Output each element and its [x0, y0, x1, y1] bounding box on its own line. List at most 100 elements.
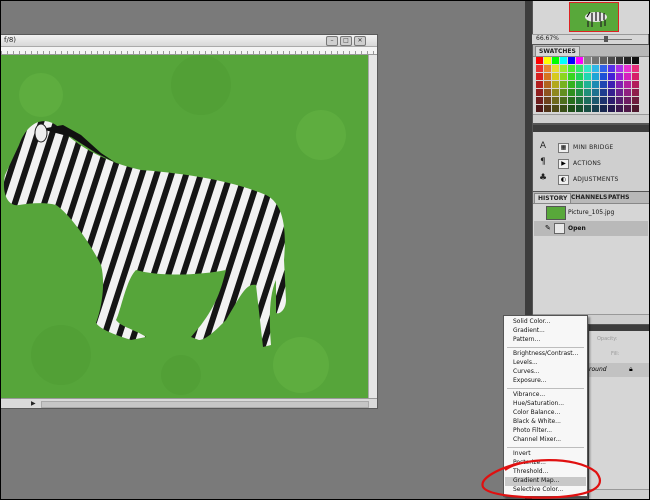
- tab-history[interactable]: HISTORY: [534, 193, 572, 203]
- layer-row[interactable]: round 🔒︎: [589, 363, 649, 377]
- minimize-button[interactable]: –: [326, 36, 338, 46]
- color-swatch[interactable]: [608, 73, 615, 80]
- color-swatch[interactable]: [600, 65, 607, 72]
- menu-item-photo-filter[interactable]: Photo Filter...: [513, 427, 552, 434]
- menu-item-solid-color[interactable]: Solid Color...: [513, 318, 550, 325]
- color-swatch[interactable]: [568, 57, 575, 64]
- color-swatch[interactable]: [552, 73, 559, 80]
- menu-item-hue-saturation[interactable]: Hue/Saturation...: [513, 400, 564, 407]
- status-arrow-icon[interactable]: ▶: [31, 400, 36, 407]
- clone-stamp-icon[interactable]: ♣: [537, 173, 549, 183]
- mini-bridge-item[interactable]: ▦ MINI BRIDGE: [555, 141, 647, 154]
- color-swatch[interactable]: [632, 65, 639, 72]
- paragraph-icon[interactable]: ¶: [537, 157, 549, 167]
- color-swatch[interactable]: [592, 89, 599, 96]
- menu-item-channel-mixer[interactable]: Channel Mixer...: [513, 436, 561, 443]
- color-swatch[interactable]: [536, 57, 543, 64]
- menu-item-brightness-contrast[interactable]: Brightness/Contrast...: [513, 350, 578, 357]
- color-swatch[interactable]: [632, 105, 639, 112]
- color-swatch[interactable]: [584, 73, 591, 80]
- menu-item-invert[interactable]: Invert: [513, 450, 531, 457]
- color-swatch[interactable]: [576, 81, 583, 88]
- color-swatch[interactable]: [568, 81, 575, 88]
- color-swatch[interactable]: [624, 89, 631, 96]
- color-swatch[interactable]: [608, 57, 615, 64]
- color-swatch[interactable]: [616, 89, 623, 96]
- zoom-slider-knob[interactable]: [604, 36, 608, 42]
- color-swatch[interactable]: [616, 57, 623, 64]
- color-swatch[interactable]: [536, 73, 543, 80]
- color-swatch[interactable]: [592, 105, 599, 112]
- document-title-bar[interactable]: f/8) – □ ✕: [1, 35, 377, 47]
- menu-item-selective-color[interactable]: Selective Color...: [513, 486, 563, 493]
- menu-item-vibrance[interactable]: Vibrance...: [513, 391, 545, 398]
- color-swatch[interactable]: [552, 89, 559, 96]
- color-swatch[interactable]: [608, 105, 615, 112]
- color-swatch[interactable]: [576, 65, 583, 72]
- color-swatch[interactable]: [552, 97, 559, 104]
- color-swatch[interactable]: [560, 57, 567, 64]
- color-swatch[interactable]: [568, 73, 575, 80]
- navigator-thumbnail[interactable]: [569, 2, 619, 32]
- color-swatch[interactable]: [624, 73, 631, 80]
- color-swatch[interactable]: [592, 73, 599, 80]
- tab-swatches[interactable]: SWATCHES: [535, 46, 580, 56]
- character-icon[interactable]: A: [537, 141, 549, 151]
- image-canvas[interactable]: [1, 55, 368, 398]
- horizontal-scrollbar[interactable]: [41, 401, 369, 408]
- color-swatch[interactable]: [576, 97, 583, 104]
- color-swatch[interactable]: [624, 81, 631, 88]
- color-swatch[interactable]: [560, 65, 567, 72]
- zoom-value[interactable]: 66.67%: [536, 35, 559, 42]
- tab-channels[interactable]: CHANNELS: [568, 193, 610, 202]
- menu-item-curves[interactable]: Curves...: [513, 368, 540, 375]
- color-swatch[interactable]: [584, 97, 591, 104]
- color-swatch[interactable]: [632, 81, 639, 88]
- color-swatch[interactable]: [624, 65, 631, 72]
- color-swatch[interactable]: [552, 65, 559, 72]
- color-swatch[interactable]: [608, 97, 615, 104]
- menu-item-exposure[interactable]: Exposure...: [513, 377, 547, 384]
- color-swatch[interactable]: [592, 81, 599, 88]
- color-swatch[interactable]: [600, 81, 607, 88]
- zoom-slider[interactable]: [572, 39, 632, 40]
- menu-item-black-white[interactable]: Black & White...: [513, 418, 561, 425]
- color-swatch[interactable]: [544, 97, 551, 104]
- color-swatch[interactable]: [536, 89, 543, 96]
- color-swatch[interactable]: [544, 57, 551, 64]
- close-button[interactable]: ✕: [354, 36, 366, 46]
- color-swatch[interactable]: [568, 65, 575, 72]
- color-swatch[interactable]: [600, 105, 607, 112]
- color-swatch[interactable]: [552, 81, 559, 88]
- color-swatch[interactable]: [616, 105, 623, 112]
- menu-item-levels[interactable]: Levels...: [513, 359, 538, 366]
- color-swatch[interactable]: [592, 57, 599, 64]
- color-swatch[interactable]: [584, 57, 591, 64]
- menu-item-gradient-map[interactable]: Gradient Map...: [513, 477, 559, 484]
- color-swatch[interactable]: [536, 81, 543, 88]
- color-swatch[interactable]: [544, 105, 551, 112]
- color-swatch[interactable]: [632, 89, 639, 96]
- color-swatch[interactable]: [552, 105, 559, 112]
- color-swatch[interactable]: [544, 89, 551, 96]
- color-swatch[interactable]: [560, 89, 567, 96]
- vertical-scrollbar[interactable]: [368, 55, 377, 398]
- color-swatch[interactable]: [616, 65, 623, 72]
- adjustments-item[interactable]: ◐ ADJUSTMENTS: [555, 173, 647, 186]
- color-swatch[interactable]: [632, 57, 639, 64]
- color-swatch[interactable]: [544, 81, 551, 88]
- color-swatch[interactable]: [536, 65, 543, 72]
- color-swatch[interactable]: [600, 73, 607, 80]
- menu-item-color-balance[interactable]: Color Balance...: [513, 409, 560, 416]
- color-swatch[interactable]: [568, 105, 575, 112]
- color-swatch[interactable]: [568, 97, 575, 104]
- color-swatch[interactable]: [592, 97, 599, 104]
- color-swatch[interactable]: [592, 65, 599, 72]
- color-swatch[interactable]: [600, 97, 607, 104]
- color-swatch[interactable]: [608, 65, 615, 72]
- color-swatch[interactable]: [584, 65, 591, 72]
- color-swatch[interactable]: [560, 73, 567, 80]
- color-swatch[interactable]: [584, 105, 591, 112]
- color-swatch[interactable]: [600, 57, 607, 64]
- color-swatch[interactable]: [576, 105, 583, 112]
